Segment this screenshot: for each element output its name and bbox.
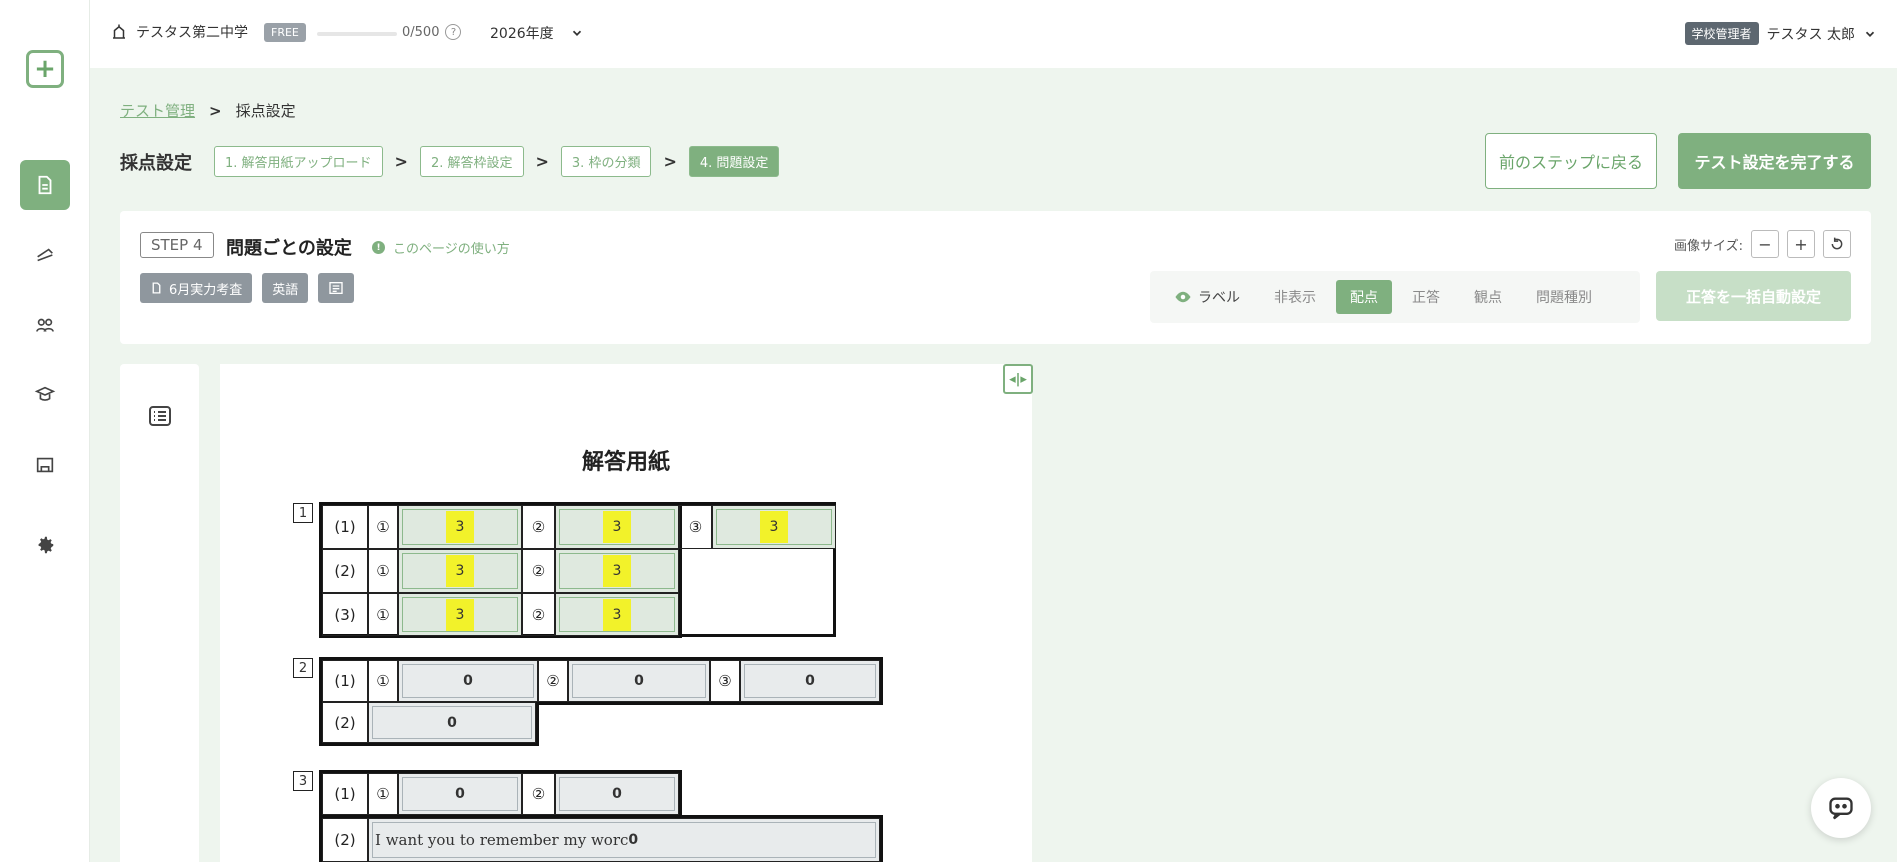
nav-students-icon[interactable]: [20, 300, 70, 350]
toggle-hidden[interactable]: 非表示: [1260, 280, 1330, 314]
info-icon: !: [372, 241, 385, 254]
test-name: 6月実力考査: [169, 282, 243, 298]
score-box[interactable]: 0: [555, 773, 679, 815]
question-number: 1: [293, 503, 313, 523]
step-classify[interactable]: 3. 枠の分類: [560, 146, 652, 177]
question-list-panel: [120, 364, 199, 862]
breadcrumb-test-management[interactable]: テスト管理: [120, 100, 195, 121]
toggle-viewpoint[interactable]: 観点: [1460, 280, 1516, 314]
score-box[interactable]: 0: [398, 773, 522, 815]
nav-settings-gear-icon[interactable]: [20, 520, 70, 570]
year-label: 2026年度: [490, 26, 554, 42]
zoom-out-button[interactable]: −: [1751, 230, 1779, 258]
school-name: テスタス第二中学: [136, 25, 248, 41]
chevron-down-icon: [572, 30, 581, 36]
user-menu[interactable]: 学校管理者 テスタス 太郎: [1684, 22, 1877, 45]
step-navigation: 採点設定 1. 解答用紙アップロード > 2. 解答枠設定 > 3. 枠の分類 …: [120, 146, 780, 177]
nav-classroom-icon[interactable]: [20, 440, 70, 490]
score-box[interactable]: 0: [740, 660, 880, 702]
score-box[interactable]: I want you to remember my worc 0: [368, 818, 880, 862]
howto-label: このページの使い方: [393, 242, 510, 257]
card-title: 問題ごとの設定: [226, 238, 352, 259]
finish-setup-button[interactable]: テスト設定を完了する: [1678, 133, 1871, 189]
answer-sheet: 解答用紙 1 (1) ① 3 ② 3 ③ 3 (2) ① 3 ② 3 (3) ①…: [220, 364, 1032, 862]
chat-support-icon[interactable]: [1811, 778, 1871, 838]
nav-grading-icon[interactable]: [20, 230, 70, 280]
step-question-settings[interactable]: 4. 問題設定: [688, 146, 780, 177]
question-number: 3: [293, 771, 313, 791]
score-box[interactable]: 3: [555, 593, 679, 636]
subject-tag: 英語: [262, 273, 309, 303]
step-badge: STEP 4: [140, 232, 214, 258]
chevron-right-icon: >: [209, 101, 222, 120]
chevron-right-icon: >: [535, 152, 549, 171]
quota-count: 0/500: [402, 24, 440, 40]
howto-link[interactable]: ! このページの使い方: [372, 238, 510, 257]
image-size-controls: 画像サイズ: − +: [1674, 230, 1851, 258]
user-name: テスタス 太郎: [1766, 26, 1855, 43]
previous-step-button[interactable]: 前のステップに戻る: [1485, 133, 1657, 189]
resize-handle-icon[interactable]: ◂|▸: [1003, 364, 1033, 394]
toggle-score[interactable]: 配点: [1336, 280, 1392, 314]
chevron-down-icon: [1865, 31, 1875, 37]
zoom-in-button[interactable]: +: [1787, 230, 1815, 258]
test-name-tag: 6月実力考査: [140, 273, 253, 303]
display-toggles: ラベル 非表示 配点 正答 観点 問題種別: [1150, 271, 1640, 323]
score-box[interactable]: 3: [398, 549, 522, 593]
sheet-title: 解答用紙: [581, 450, 670, 475]
nav-document-icon[interactable]: [20, 160, 70, 210]
image-size-label: 画像サイズ:: [1674, 238, 1743, 254]
breadcrumb-current: 採点設定: [235, 102, 296, 120]
quota-progress-bar: [317, 32, 397, 36]
score-box[interactable]: 3: [555, 549, 679, 593]
page-title: 採点設定: [120, 152, 192, 174]
score-box[interactable]: 3: [398, 505, 522, 549]
settings-card: STEP 4 問題ごとの設定 ! このページの使い方 6月実力考査 英語 画像サ…: [120, 211, 1871, 344]
school-selector[interactable]: テスタス第二中学 FREE: [110, 22, 306, 42]
score-box[interactable]: 3: [712, 505, 836, 549]
school-icon: [113, 24, 125, 39]
auto-set-answers-button[interactable]: 正答を一括自動設定: [1656, 271, 1851, 321]
year-selector[interactable]: 2026年度: [490, 23, 584, 43]
toggle-label[interactable]: ラベル: [1160, 280, 1254, 314]
document-icon: [152, 282, 161, 294]
chevron-right-icon: >: [394, 152, 408, 171]
help-icon[interactable]: ?: [445, 24, 462, 40]
list-icon[interactable]: [148, 404, 172, 428]
score-box[interactable]: 0: [568, 660, 710, 702]
form-icon[interactable]: [318, 273, 355, 303]
role-badge: 学校管理者: [1684, 22, 1759, 45]
toggle-correct-answer[interactable]: 正答: [1398, 280, 1454, 314]
score-box[interactable]: 3: [398, 593, 522, 636]
nav-teacher-icon[interactable]: [20, 370, 70, 420]
chevron-right-icon: >: [663, 152, 677, 171]
question-number: 2: [293, 658, 313, 678]
breadcrumb: テスト管理 > 採点設定: [120, 100, 296, 121]
add-logo-icon[interactable]: +: [26, 50, 64, 88]
top-bar: テスタス第二中学 FREE 0/500 ? 2026年度 学校管理者 テスタス …: [90, 0, 1897, 68]
score-box[interactable]: 0: [398, 660, 538, 702]
step-answer-frame[interactable]: 2. 解答枠設定: [419, 146, 524, 177]
side-rail: +: [0, 0, 90, 862]
reset-zoom-icon[interactable]: [1823, 230, 1851, 258]
score-box[interactable]: 0: [368, 702, 536, 743]
answer-text: I want you to remember my worc: [375, 831, 629, 849]
score-box[interactable]: 3: [555, 505, 679, 549]
step-upload[interactable]: 1. 解答用紙アップロード: [214, 146, 383, 177]
plan-badge: FREE: [264, 22, 306, 42]
eye-icon: [1175, 291, 1191, 303]
toggle-question-type[interactable]: 問題種別: [1522, 280, 1606, 314]
